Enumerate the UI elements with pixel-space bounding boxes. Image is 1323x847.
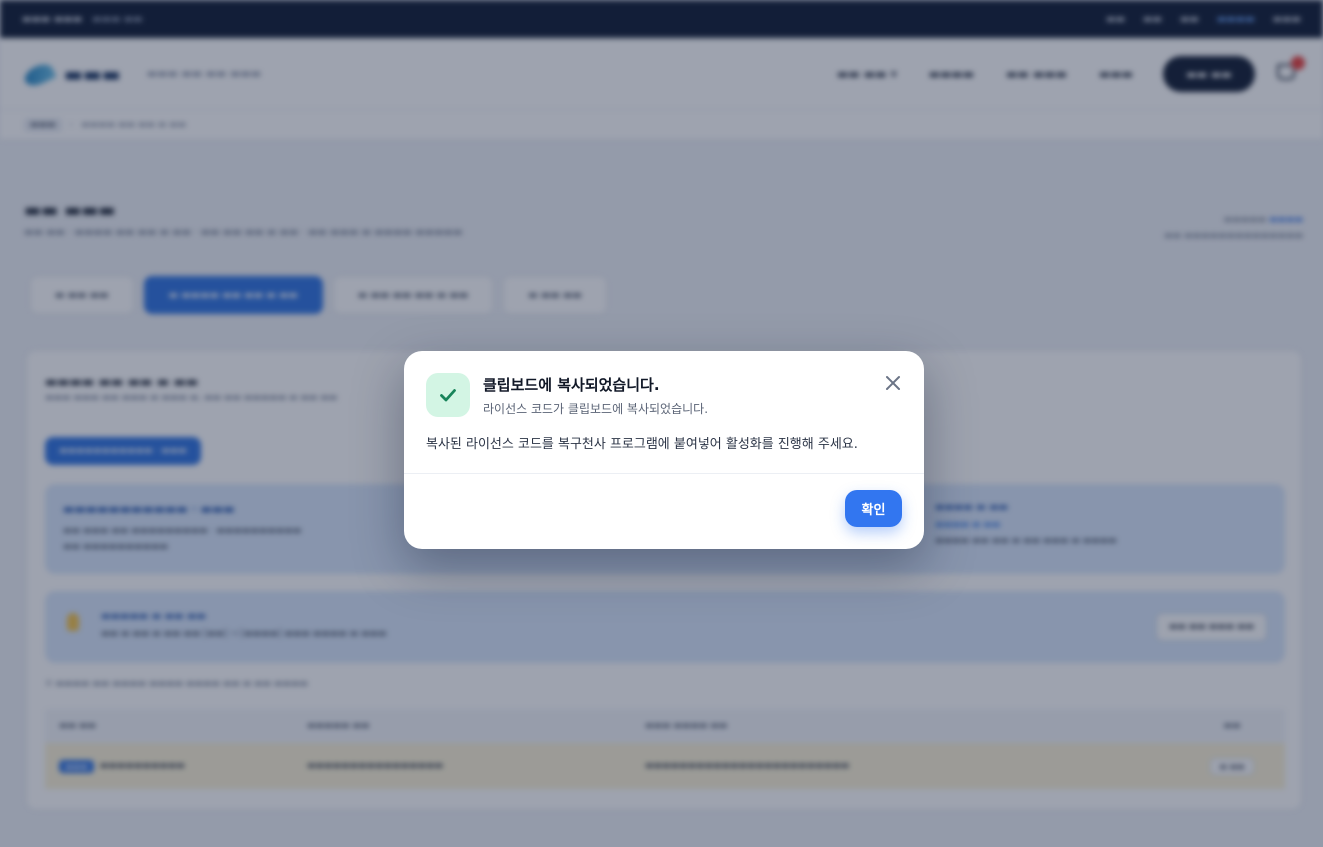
dialog-subtitle: 라이선스 코드가 클립보드에 복사되었습니다. [483, 402, 709, 416]
confirm-button[interactable]: 확인 [845, 490, 902, 527]
check-icon [440, 389, 456, 402]
dialog-divider [404, 473, 924, 474]
dialog-title: 클립보드에 복사되었습니다. [483, 376, 660, 394]
success-icon-box [426, 373, 470, 417]
close-button[interactable] [882, 372, 904, 394]
copied-dialog: 클립보드에 복사되었습니다. 라이선스 코드가 클립보드에 복사되었습니다. 복… [404, 351, 924, 549]
close-icon [886, 376, 900, 390]
dialog-message: 복사된 라이선스 코드를 복구천사 프로그램에 붙여넣어 활성화를 진행해 주세… [426, 437, 858, 452]
